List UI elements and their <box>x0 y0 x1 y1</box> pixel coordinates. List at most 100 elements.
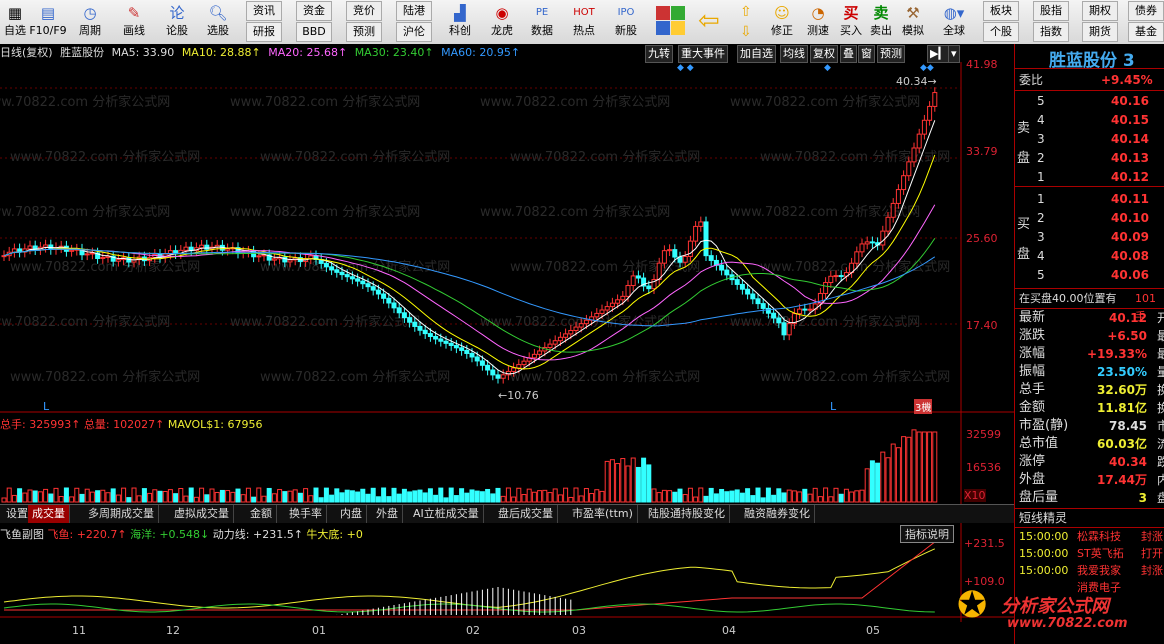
toolbar-data[interactable]: PE 数据 <box>522 2 562 42</box>
tool-forecast[interactable]: 预测 <box>877 45 905 63</box>
candle-body <box>537 350 543 355</box>
buy-order-row[interactable]: 5 40.06 <box>1019 266 1164 284</box>
volume-bar <box>875 462 881 503</box>
toolbar-index-button[interactable]: 指数 <box>1033 22 1069 42</box>
toolbar-f10[interactable]: ▤ F10/F9 <box>28 2 68 42</box>
tool-window[interactable]: 窗 <box>858 45 875 63</box>
tab-pe-ttm[interactable]: 市盈率(ttm) <box>568 505 638 523</box>
period-label[interactable]: 日线(复权) <box>0 46 53 59</box>
event-diamond-icon[interactable]: ◆ <box>824 63 831 73</box>
toolbar-funds-button-2[interactable]: 基金 <box>1128 22 1164 42</box>
tab-volume[interactable]: 成交量 <box>28 505 70 523</box>
tab-inner[interactable]: 内盘 <box>336 505 367 523</box>
toolbar-forecast-button[interactable]: 预测 <box>346 22 382 42</box>
toolbar-sell[interactable]: 卖卖出 <box>866 2 896 42</box>
tab-outer[interactable]: 外盘 <box>372 505 403 523</box>
candle-body <box>469 352 475 358</box>
sell-order-row[interactable]: 1 40.12 <box>1019 168 1164 186</box>
event-diamond-icon[interactable]: ◆ ◆ <box>677 63 694 73</box>
up-arrow-icon[interactable]: ⇧ <box>740 2 752 22</box>
volume-bar <box>214 491 220 503</box>
toolbar-index-futures-button[interactable]: 股指 <box>1033 1 1069 21</box>
buy-order-row[interactable]: 1 40.11 <box>1019 190 1164 208</box>
order-note: 在买盘40.00位置有 101手 <box>1019 292 1156 323</box>
tab-northbound-change[interactable]: 陆股通持股变化 <box>644 505 730 523</box>
volume-bar <box>802 488 808 503</box>
toolbar-hot[interactable]: HOT 热点 <box>564 2 604 42</box>
volume-bar <box>53 487 59 503</box>
sell-order-row[interactable]: 2 40.13 <box>1019 149 1164 167</box>
toolbar-correct[interactable]: ☺ 修正 <box>764 2 800 42</box>
short-term-item[interactable]: 15:00:00 松霖科技 封涨 <box>1019 528 1164 546</box>
indicator-explain-button[interactable]: 指标说明 <box>900 525 954 543</box>
tab-amount[interactable]: 金额 <box>246 505 277 523</box>
volume-bar <box>105 492 111 503</box>
sell-order-row[interactable]: 5 40.16 <box>1019 92 1164 110</box>
clock-icon: ◷ <box>83 4 97 22</box>
toolbar-research-button[interactable]: 研报 <box>246 22 282 42</box>
toolbar-bbd-button[interactable]: BBD <box>296 22 332 42</box>
toolbar-options-button[interactable]: 期权 <box>1082 1 1118 21</box>
toolbar-discuss[interactable]: 论论股 <box>157 2 197 42</box>
tab-margin-change[interactable]: 融资融券变化 <box>740 505 815 523</box>
down-arrow-icon[interactable]: ⇩ <box>740 22 752 42</box>
buy-order-row[interactable]: 3 40.09 <box>1019 228 1164 246</box>
candle-body <box>583 319 589 325</box>
short-term-title[interactable]: 短线精灵 <box>1019 509 1164 527</box>
toolbar-global[interactable]: ◍▾ 全球 <box>934 2 974 42</box>
toolbar-dragon-tiger[interactable]: ◉ 龙虎 <box>482 2 522 42</box>
toolbar-news-button[interactable]: 资讯 <box>246 1 282 21</box>
toolbar-shanghai-london-button[interactable]: 沪伦 <box>396 22 432 42</box>
toolbar-funds-button[interactable]: 资金 <box>296 1 332 21</box>
tool-adjust[interactable]: 复权 <box>810 45 838 63</box>
volume-bar <box>277 489 283 503</box>
tool-add-watchlist[interactable]: 加自选 <box>737 45 776 63</box>
toolbar-bonds-button[interactable]: 债券 <box>1128 1 1164 21</box>
short-term-item[interactable]: 15:00:00 我爱我家 封涨 <box>1019 562 1164 580</box>
chevron-down-icon[interactable]: ▾ <box>948 45 960 63</box>
tab-after-hours-volume[interactable]: 盘后成交量 <box>494 505 558 523</box>
toolbar-ipo[interactable]: IPO 新股 <box>606 2 646 42</box>
indicator-name[interactable]: 飞鱼副图 <box>0 528 44 541</box>
tool-overlay[interactable]: 叠 <box>840 45 857 63</box>
tool-jiuzhuan[interactable]: 九转 <box>645 45 673 63</box>
tab-ai-volume[interactable]: AI立桩成交量 <box>409 505 484 523</box>
volume-bar <box>656 492 662 503</box>
volume-bar <box>58 496 64 503</box>
candle-body <box>693 225 699 242</box>
expand-right-icon[interactable]: ▶▎ <box>927 45 950 63</box>
toolbar-select[interactable]: 🔍︎ 选股 <box>198 2 238 42</box>
toolbar-period[interactable]: ◷ 周期 <box>70 2 110 42</box>
short-term-item[interactable]: 15:00:00 ST英飞拓 打开 <box>1019 545 1164 563</box>
watermark-text: www.70822.com 分析家公式网 <box>510 149 700 165</box>
event-diamond-icon[interactable]: ◆◆ <box>920 63 934 73</box>
tab-turnover[interactable]: 换手率 <box>285 505 327 523</box>
tab-multi-period-volume[interactable]: 多周期成交量 <box>84 505 159 523</box>
toolbar-star-market[interactable]: ▟ 科创 <box>440 2 480 42</box>
volume-bar <box>703 495 709 503</box>
tool-ma[interactable]: 均线 <box>780 45 808 63</box>
candle-body <box>838 275 844 278</box>
stat-row: 涨幅 +19.33% 最 <box>1019 346 1164 361</box>
color-grid-icon[interactable] <box>656 6 686 36</box>
back-arrow-icon[interactable]: ⇦ <box>698 6 720 36</box>
sell-order-row[interactable]: 4 40.15 <box>1019 111 1164 129</box>
toolbar-draw[interactable]: ✎ 画线 <box>114 2 154 42</box>
toolbar-simulate[interactable]: ⚒ 模拟 <box>896 2 930 42</box>
candle-body <box>521 360 527 366</box>
volume-bar <box>552 488 558 503</box>
toolbar-buy[interactable]: 买买入 <box>836 2 866 42</box>
toolbar-hk-connect-button[interactable]: 陆港 <box>396 1 432 21</box>
tab-virtual-volume[interactable]: 虚拟成交量 <box>170 505 234 523</box>
toolbar-speed[interactable]: ◔ 测速 <box>800 2 836 42</box>
discuss-icon: 论 <box>169 4 185 22</box>
toolbar-stock-button[interactable]: 个股 <box>983 22 1019 42</box>
sell-order-row[interactable]: 3 40.14 <box>1019 130 1164 148</box>
toolbar-sector-button[interactable]: 板块 <box>983 1 1019 21</box>
buy-order-row[interactable]: 2 40.10 <box>1019 209 1164 227</box>
toolbar-auction-button[interactable]: 竞价 <box>346 1 382 21</box>
toolbar-futures-button[interactable]: 期货 <box>1082 22 1118 42</box>
buy-order-row[interactable]: 4 40.08 <box>1019 247 1164 265</box>
toolbar-watchlist[interactable]: ▦ 自选 <box>0 2 30 42</box>
tool-major-events[interactable]: 重大事件 <box>678 45 728 63</box>
